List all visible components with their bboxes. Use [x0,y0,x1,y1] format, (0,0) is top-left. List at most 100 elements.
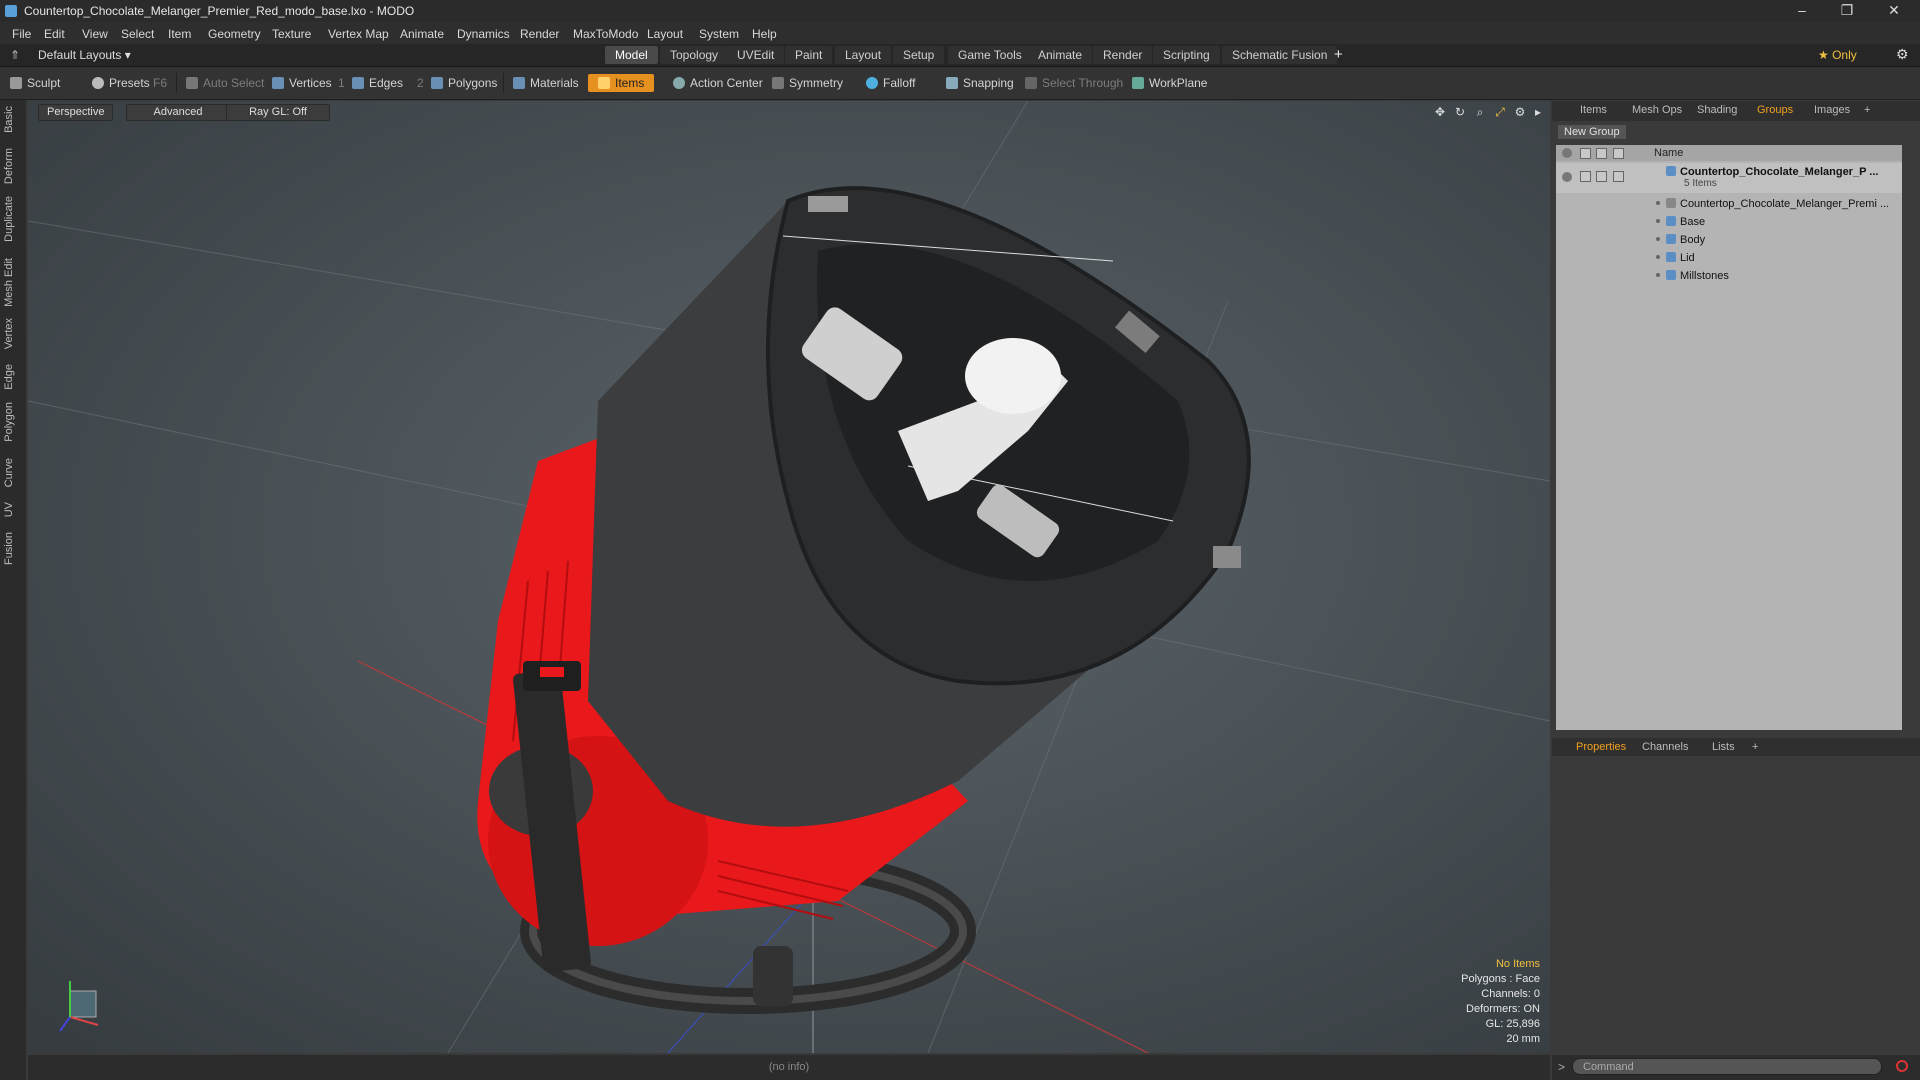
menu-render[interactable]: Render [520,27,559,41]
tab-uvedit[interactable]: UVEdit [727,46,785,64]
group-child-row[interactable]: Body [1556,231,1902,249]
menu-animate[interactable]: Animate [400,27,444,41]
layout-collapse-icon[interactable]: ⇑ [10,48,20,62]
tab-channels[interactable]: Channels [1642,741,1688,753]
tab-scripting[interactable]: Scripting [1153,46,1220,64]
new-group-button[interactable]: New Group [1558,125,1626,139]
fit-view-icon[interactable]: ⤢ [1493,105,1507,119]
menu-select[interactable]: Select [121,27,154,41]
symmetry-button[interactable]: Symmetry [772,74,843,92]
command-input[interactable]: Command [1572,1058,1882,1075]
menu-edit[interactable]: Edit [44,27,65,41]
zoom-view-icon[interactable]: ⌕ [1473,105,1487,119]
tab-animate[interactable]: Animate [1028,46,1093,64]
vtab-curve[interactable]: Curve [3,458,23,487]
render-toggle[interactable] [1596,171,1607,182]
falloff-button[interactable]: Falloff [866,74,915,92]
vtab-edge[interactable]: Edge [3,364,23,390]
presets-button[interactable]: Presets [92,74,150,92]
polygons-icon [431,77,443,89]
visibility-toggle[interactable] [1562,172,1572,182]
shading-advanced-button[interactable]: Advanced [126,104,230,121]
status-bar: (no info) [28,1055,1550,1080]
settings-gear-icon[interactable]: ⚙ [1896,46,1909,63]
group-child-row[interactable]: Countertop_Chocolate_Melanger_Premi ... [1556,195,1902,213]
tab-model[interactable]: Model [605,46,658,64]
view-perspective-button[interactable]: Perspective [38,104,114,121]
3d-viewport[interactable]: Perspective Advanced Ray GL: Off ✥ ↻ ⌕ ⤢… [28,101,1550,1053]
rotate-view-icon[interactable]: ↻ [1453,105,1467,119]
vtab-vertex[interactable]: Vertex [3,318,23,349]
action-center-button[interactable]: Action Center [673,74,763,92]
tree-dot-icon [1656,219,1660,223]
raygl-toggle[interactable]: Ray GL: Off [226,104,330,121]
menu-system[interactable]: System [699,27,739,41]
auto-select-button[interactable]: Auto Select [186,74,264,92]
workplane-label: WorkPlane [1149,76,1208,90]
menu-help[interactable]: Help [752,27,777,41]
viewport-hud: No Items Polygons : Face Channels: 0 Def… [1461,957,1540,1047]
layout-preset-dropdown[interactable]: Default Layouts ▾ [38,48,131,62]
items-button[interactable]: Items [588,74,655,92]
select-through-button[interactable]: Select Through [1025,74,1123,92]
materials-button[interactable]: Materials [513,74,579,92]
mesh-icon [1666,252,1676,262]
workplane-button[interactable]: WorkPlane [1132,74,1207,92]
add-panel-tab[interactable]: + [1864,104,1870,116]
hud-scale: 20 mm [1506,1033,1540,1045]
tab-layout[interactable]: Layout [835,46,892,64]
menu-texture[interactable]: Texture [272,27,311,41]
workplane-icon [1132,77,1144,89]
select-toggle[interactable] [1613,171,1624,182]
add-properties-tab[interactable]: + [1752,741,1758,753]
restore-button[interactable]: ❐ [1825,0,1869,22]
menu-dynamics[interactable]: Dynamics [457,27,510,41]
record-icon[interactable] [1896,1060,1908,1072]
vtab-duplicate[interactable]: Duplicate [3,196,23,242]
tab-images[interactable]: Images [1814,104,1850,116]
child-label: Lid [1680,252,1695,264]
menu-geometry[interactable]: Geometry [208,27,261,41]
tab-setup[interactable]: Setup [893,46,945,64]
viewport-more-icon[interactable]: ▸ [1531,105,1545,119]
minimize-button[interactable]: – [1780,0,1824,22]
move-view-icon[interactable]: ✥ [1433,105,1447,119]
vtab-fusion[interactable]: Fusion [3,532,23,565]
tab-schematic-fusion[interactable]: Schematic Fusion [1222,46,1338,64]
tab-shading[interactable]: Shading [1697,104,1737,116]
vtab-uv[interactable]: UV [3,502,23,517]
vtab-mesh-edit[interactable]: Mesh Edit [3,258,23,307]
lock-toggle[interactable] [1580,171,1591,182]
viewport-settings-icon[interactable]: ⚙ [1513,105,1527,119]
menu-vertex-map[interactable]: Vertex Map [328,27,389,41]
menu-item[interactable]: Item [168,27,191,41]
vtab-basic[interactable]: Basic [3,106,23,133]
tab-lists[interactable]: Lists [1712,741,1735,753]
close-button[interactable]: ✕ [1872,0,1916,22]
tab-groups[interactable]: Groups [1757,104,1793,116]
vertices-button[interactable]: Vertices [272,74,332,92]
only-toggle[interactable]: ★ Only [1818,48,1857,62]
tab-paint[interactable]: Paint [785,46,833,64]
tab-items[interactable]: Items [1580,104,1607,116]
sculpt-button[interactable]: Sculpt [10,74,60,92]
menu-view[interactable]: View [82,27,108,41]
tab-topology[interactable]: Topology [660,46,729,64]
group-root-row[interactable]: Countertop_Chocolate_Melanger_P ... 5 It… [1556,163,1902,193]
vtab-polygon[interactable]: Polygon [3,402,23,442]
tab-game-tools[interactable]: Game Tools [948,46,1032,64]
polygons-button[interactable]: Polygons [431,74,497,92]
edges-button[interactable]: Edges [352,74,403,92]
group-child-row[interactable]: Millstones [1556,267,1902,285]
menu-layout[interactable]: Layout [647,27,683,41]
menu-maxtomodo[interactable]: MaxToModo [573,27,638,41]
add-tab-button[interactable]: + [1334,46,1343,63]
vtab-deform[interactable]: Deform [3,148,23,184]
snapping-button[interactable]: Snapping [946,74,1014,92]
tab-mesh-ops[interactable]: Mesh Ops [1632,104,1682,116]
group-child-row[interactable]: Base [1556,213,1902,231]
tab-properties[interactable]: Properties [1576,741,1626,753]
menu-file[interactable]: File [12,27,31,41]
tab-render[interactable]: Render [1093,46,1153,64]
group-child-row[interactable]: Lid [1556,249,1902,267]
